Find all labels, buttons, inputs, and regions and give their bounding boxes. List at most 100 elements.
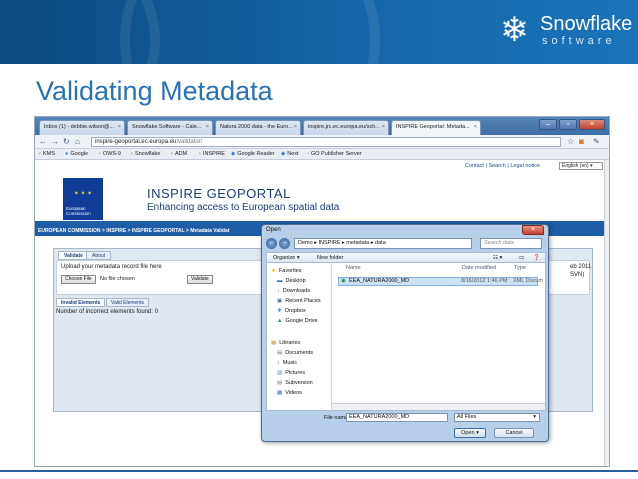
new-folder-button[interactable]: New folder xyxy=(317,254,343,263)
wrench-icon[interactable]: ✎ xyxy=(593,137,600,147)
close-icon[interactable]: × xyxy=(474,121,477,134)
bookmark-label: KMS xyxy=(42,151,55,157)
column-header-name[interactable]: Name xyxy=(346,265,361,271)
bookmark-item[interactable]: ▪ KMS xyxy=(39,150,55,159)
slide-footer-rule xyxy=(0,470,638,479)
nav-label: Desktop xyxy=(285,278,306,284)
preview-icon[interactable]: ▭ xyxy=(519,254,524,263)
bookmark-item[interactable]: ▪ ADM xyxy=(171,150,187,159)
google-drive-icon: ▲ xyxy=(277,318,283,324)
recent-places-icon: ▣ xyxy=(277,298,283,304)
back-icon[interactable]: ← xyxy=(266,238,277,249)
file-type-select[interactable]: All Files ▾ xyxy=(454,413,540,422)
dialog-title: Open xyxy=(266,227,281,233)
browser-toolbar: ← → ↻ ⌂ inspire-geoportal.ec.europa.eu/v… xyxy=(35,135,609,149)
view-icon[interactable]: ☷ ▾ xyxy=(493,254,502,263)
nav-item-dropbox[interactable]: ❖ Dropbox xyxy=(277,308,306,314)
column-header-date[interactable]: Date modified xyxy=(462,265,496,271)
file-row[interactable]: ◉ EEA_NATURA2000_MD 8/16/2012 1:46 PM XM… xyxy=(338,277,543,286)
bookmark-item[interactable]: ▪ Snowflake xyxy=(131,150,160,159)
column-header-type[interactable]: Type xyxy=(514,265,526,271)
nav-item-documents[interactable]: ▤ Documents xyxy=(277,350,313,356)
dialog-address-row: ← → Demo ▸ INSPIRE ▸ metadata ▸ data Sea… xyxy=(266,237,546,251)
bookmark-item[interactable]: ◆ Google Reader xyxy=(231,150,275,159)
folder-icon: ▪ xyxy=(131,151,133,157)
nav-item-desktop[interactable]: ▬ Desktop xyxy=(277,278,306,284)
tab-inspire-jrc[interactable]: inspire.jrc.ec.europa.eu/sch... × xyxy=(303,120,389,135)
dialog-path[interactable]: Demo ▸ INSPIRE ▸ metadata ▸ data xyxy=(294,238,472,249)
bookmarks-bar: ▪ KMS ● Google ▪ OWS-9 ▪ Snowflake ▪ ADM ▪ INS… xyxy=(35,149,609,160)
back-icon[interactable]: ← xyxy=(39,137,47,147)
open-button[interactable]: Open ▾ xyxy=(454,428,486,438)
bookmark-item[interactable]: ● Google xyxy=(65,150,88,159)
maximize-icon[interactable]: ▫ xyxy=(559,119,577,130)
bookmark-label: Snowflake xyxy=(134,151,161,157)
eu-stars-icon: ✶ ✶ ✶ xyxy=(73,191,93,197)
library-icon: ▦ xyxy=(271,340,277,346)
organize-menu[interactable]: Organize ▾ xyxy=(273,254,300,263)
nav-label: Pictures xyxy=(285,370,306,376)
page-scrollbar[interactable] xyxy=(604,160,609,466)
language-select[interactable]: English (en) ▾ xyxy=(559,162,603,170)
choose-file-button[interactable]: Choose File xyxy=(61,275,96,284)
dialog-close-icon[interactable]: × xyxy=(522,225,544,235)
tab-label: INSPIRE Geoportal: Metada... xyxy=(396,124,470,130)
bookmark-item[interactable]: ◆ Next xyxy=(281,150,299,159)
portal-subtitle: Enhancing access to European spatial dat… xyxy=(147,202,340,213)
home-icon[interactable]: ⌂ xyxy=(75,137,80,147)
validate-button[interactable]: Validate xyxy=(187,275,213,284)
cancel-button[interactable]: Cancel xyxy=(494,428,534,438)
dropbox-icon: ❖ xyxy=(277,308,282,314)
horizontal-scrollbar[interactable] xyxy=(332,403,545,410)
bookmark-item[interactable]: ▪ INSPIRE xyxy=(199,150,225,159)
nav-item-pictures[interactable]: ▧ Pictures xyxy=(277,370,305,376)
nav-item-videos[interactable]: ▩ Videos xyxy=(277,390,302,396)
bookmark-label: Google Reader xyxy=(237,151,275,157)
window-controls: – ▫ × xyxy=(539,119,605,131)
slide-banner: ❄ Snowflake software xyxy=(0,0,638,64)
nav-favorites[interactable]: ★ Favorites xyxy=(271,268,302,274)
forward-icon[interactable]: → xyxy=(279,238,290,249)
close-icon[interactable]: × xyxy=(206,121,209,134)
close-icon[interactable]: × xyxy=(294,121,297,134)
tab-natura[interactable]: Natura 2000 data - the Euro... × xyxy=(215,120,301,135)
bookmark-item[interactable]: ▪ OWS-9 xyxy=(99,150,121,159)
folder-icon: ▪ xyxy=(171,151,173,157)
nav-label: Videos xyxy=(285,390,302,396)
close-icon[interactable]: × xyxy=(118,121,121,134)
nav-item-google-drive[interactable]: ▲ Google Drive xyxy=(277,318,318,324)
tab-valid-elements[interactable]: Valid Elements xyxy=(106,298,149,307)
no-file-text: No file chosen xyxy=(100,276,135,282)
tab-inbox[interactable]: Inbox (1) - debbie.wilson@... × xyxy=(39,120,125,135)
forward-icon[interactable]: → xyxy=(51,137,59,147)
tab-validate[interactable]: Validate xyxy=(58,251,89,260)
tab-label: inspire.jrc.ec.europa.eu/sch... xyxy=(308,124,380,130)
nav-item-subversion[interactable]: ▤ Subversion xyxy=(277,380,313,386)
top-links[interactable]: Contact | Search | Legal notice xyxy=(465,163,540,169)
address-bar[interactable]: inspire-geoportal.ec.europa.eu/validator… xyxy=(91,137,561,147)
reload-icon[interactable]: ↻ xyxy=(63,137,70,147)
reader-icon: ◆ xyxy=(231,151,236,157)
nav-item-downloads[interactable]: ↓ Downloads xyxy=(277,288,310,294)
tab-about[interactable]: About xyxy=(86,251,112,260)
nav-libraries[interactable]: ▦ Libraries xyxy=(271,340,300,346)
tab-invalid-elements[interactable]: Invalid Elements xyxy=(56,298,106,307)
dialog-search-input[interactable]: Search data xyxy=(480,238,542,249)
tab-label: Inbox (1) - debbie.wilson@... xyxy=(44,124,115,130)
nav-item-music[interactable]: ♪ Music xyxy=(277,360,297,366)
nav-item-recent-places[interactable]: ▣ Recent Places xyxy=(277,298,321,304)
close-icon[interactable]: × xyxy=(382,121,385,134)
file-type: XML Docum xyxy=(513,278,544,284)
bookmark-item[interactable]: ▫ GO Publisher Server xyxy=(307,150,362,159)
help-icon[interactable]: ❓ xyxy=(533,254,540,263)
tab-label: Natura 2000 data - the Euro... xyxy=(220,124,293,130)
file-name-input[interactable]: EEA_NATURA2000_MD xyxy=(346,413,448,422)
tab-inspire-geoportal[interactable]: INSPIRE Geoportal: Metada... × xyxy=(391,120,481,135)
window-close-icon[interactable]: × xyxy=(579,119,605,130)
star-icon[interactable]: ☆ xyxy=(567,137,574,147)
rss-icon[interactable]: ◙ xyxy=(579,137,584,147)
tab-snowflake[interactable]: Snowflake Software - Cale... × xyxy=(127,120,213,135)
minimize-icon[interactable]: – xyxy=(539,119,557,130)
nav-label: Libraries xyxy=(279,340,301,346)
slide-title: Validating Metadata xyxy=(36,76,273,106)
